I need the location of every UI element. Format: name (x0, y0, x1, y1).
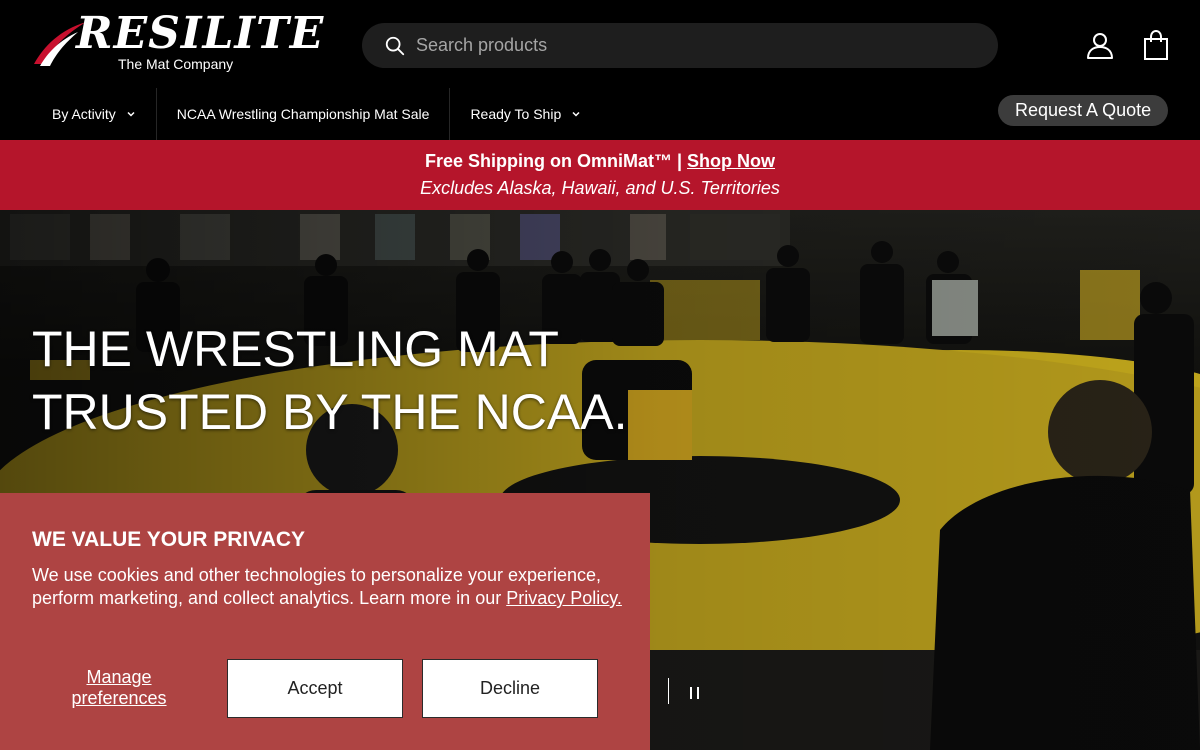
main-nav: By Activity NCAA Wrestling Championship … (32, 88, 601, 140)
chevron-down-icon (572, 111, 580, 117)
nav-item-by-activity[interactable]: By Activity (32, 88, 157, 140)
cookie-consent-banner: WE VALUE YOUR PRIVACY We use cookies and… (0, 493, 650, 750)
logo-wordmark: RESILITE (76, 8, 325, 59)
announcement-bar: Free Shipping on OmniMat™ | Shop Now Exc… (0, 140, 1200, 210)
manage-preferences-link[interactable]: Manage preferences (52, 667, 186, 709)
user-icon (1087, 33, 1113, 59)
slideshow-pause-button[interactable] (680, 678, 710, 708)
chevron-down-icon (127, 111, 135, 117)
announcement-subtext: Excludes Alaska, Hawaii, and U.S. Territ… (420, 178, 780, 198)
cookie-message: We use cookies and other technologies to… (32, 564, 622, 610)
cookie-title: WE VALUE YOUR PRIVACY (32, 528, 306, 551)
site-header: RESILITE The Mat Company By Activ (0, 0, 1200, 140)
account-button[interactable] (1083, 28, 1117, 62)
announcement-headline: Free Shipping on OmniMat™ | Shop Now (0, 151, 1200, 171)
search-bar[interactable] (362, 23, 998, 68)
logo-tagline: The Mat Company (118, 56, 234, 72)
pause-icon (690, 687, 699, 699)
search-input[interactable] (416, 35, 998, 56)
hero-title: THE WRESTLING MAT TRUSTED BY THE NCAA. (32, 321, 628, 440)
nav-item-ncaa-sale[interactable]: NCAA Wrestling Championship Mat Sale (157, 88, 451, 140)
announcement-text: Free Shipping on OmniMat™ | (424, 151, 688, 171)
cart-button[interactable] (1139, 28, 1173, 62)
request-quote-button[interactable]: Request A Quote (998, 95, 1169, 126)
page: RESILITE The Mat Company By Activ (0, 0, 1200, 750)
decline-button[interactable]: Decline (422, 659, 598, 718)
bag-icon (1144, 29, 1168, 60)
nav-item-label: Ready To Ship (470, 106, 562, 122)
nav-item-label: By Activity (52, 106, 116, 122)
shop-now-link[interactable]: Shop Now (687, 151, 775, 171)
brand-logo[interactable]: RESILITE The Mat Company (30, 10, 323, 76)
nav-item-label: NCAA Wrestling Championship Mat Sale (176, 106, 430, 122)
accept-button[interactable]: Accept (227, 659, 403, 718)
search-icon (385, 36, 405, 55)
hero-divider (668, 678, 669, 704)
privacy-policy-link[interactable]: Privacy Policy. (506, 588, 622, 608)
nav-item-ready-to-ship[interactable]: Ready To Ship (450, 88, 601, 140)
